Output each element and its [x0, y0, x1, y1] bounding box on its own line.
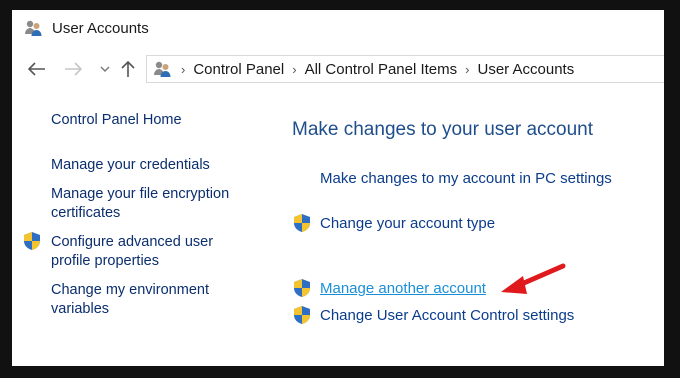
title-bar: User Accounts	[12, 10, 664, 46]
sidebar-item-control-panel-home[interactable]: Control Panel Home	[51, 111, 182, 130]
user-accounts-icon	[154, 61, 171, 77]
breadcrumb-separator: ›	[181, 61, 186, 77]
sidebar-item-label: certificates	[51, 205, 121, 221]
red-arrow-annotation-icon	[501, 263, 566, 294]
sidebar: Control Panel Home Manage your credentia…	[12, 105, 272, 355]
sidebar-item-label: profile properties	[51, 253, 159, 269]
sidebar-item-label: variables	[51, 301, 110, 317]
forward-arrow-icon[interactable]	[62, 58, 84, 80]
sidebar-item-environment-variables[interactable]: Change my environment variables	[51, 281, 209, 319]
address-bar[interactable]: › Control Panel › All Control Panel Item…	[146, 55, 664, 83]
page-title: Make changes to your user account	[292, 119, 594, 140]
link-uac-settings[interactable]: Change User Account Control settings	[320, 307, 574, 324]
breadcrumb-separator: ›	[465, 61, 470, 77]
window-title: User Accounts	[52, 20, 149, 37]
uac-shield-icon	[294, 279, 310, 297]
sidebar-item-label: Manage your credentials	[51, 157, 210, 173]
link-manage-another-account[interactable]: Manage another account	[320, 280, 486, 297]
sidebar-item-manage-credentials[interactable]: Manage your credentials	[51, 156, 210, 175]
link-change-account-type[interactable]: Change your account type	[320, 215, 495, 232]
sidebar-item-advanced-user-profile[interactable]: Configure advanced user profile properti…	[51, 233, 213, 271]
link-pc-settings[interactable]: Make changes to my account in PC setting…	[320, 170, 612, 187]
breadcrumb-control-panel[interactable]: Control Panel	[193, 61, 284, 78]
breadcrumb-all-control-panel-items[interactable]: All Control Panel Items	[305, 61, 458, 78]
back-arrow-icon[interactable]	[26, 58, 48, 80]
sidebar-item-label: Change my environment	[51, 282, 209, 298]
up-arrow-icon[interactable]	[117, 58, 139, 80]
uac-shield-icon	[294, 306, 310, 324]
main-content: Make changes to your user account Make c…	[292, 105, 664, 355]
navigation-bar: › Control Panel › All Control Panel Item…	[12, 54, 664, 84]
user-accounts-icon	[25, 20, 42, 36]
sidebar-item-file-encryption[interactable]: Manage your file encryption certificates	[51, 185, 229, 223]
breadcrumb-separator: ›	[292, 61, 297, 77]
uac-shield-icon	[24, 232, 40, 250]
sidebar-item-label: Configure advanced user	[51, 234, 214, 250]
chevron-down-icon[interactable]	[94, 58, 116, 80]
uac-shield-icon	[294, 214, 310, 232]
breadcrumb-user-accounts[interactable]: User Accounts	[478, 61, 575, 78]
user-accounts-window: User Accounts › Control Panel › All Cont…	[12, 10, 664, 366]
sidebar-item-label: Manage your file encryption	[51, 186, 230, 202]
